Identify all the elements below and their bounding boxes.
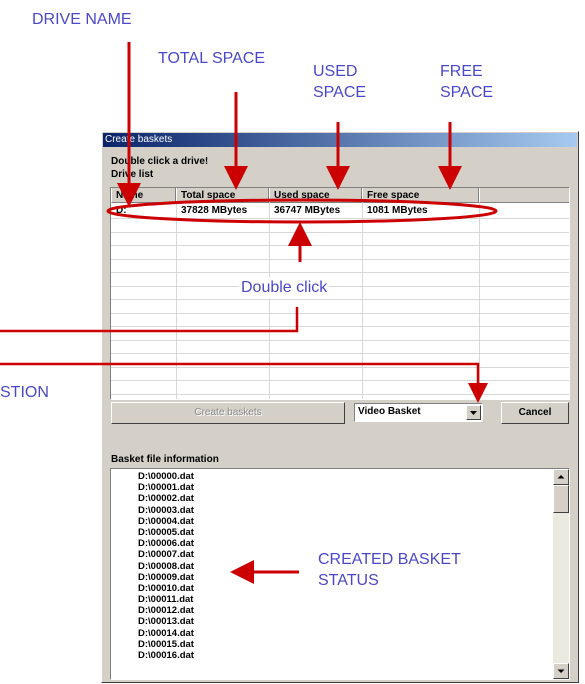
file-list-item: D:\00014.dat [138, 627, 194, 639]
chevron-up-icon [557, 475, 565, 479]
create-baskets-dialog: Create baskets Double click a drive! Dri… [101, 131, 579, 683]
total-space-annotation: TOTAL SPACE [158, 50, 265, 67]
cancel-button[interactable]: Cancel [501, 402, 569, 424]
created-basket-status-line1: CREATED BASKET [318, 551, 461, 568]
file-list-item: D:\00001.dat [138, 482, 194, 494]
chevron-down-icon [557, 669, 565, 673]
double-click-annotation: Double click [239, 277, 330, 298]
file-list-item: D:\00012.dat [138, 605, 194, 617]
scroll-down-button[interactable] [553, 663, 569, 679]
basket-type-select[interactable]: Video Basket [354, 403, 483, 422]
file-list-item: D:\00006.dat [138, 538, 194, 550]
file-list-item: D:\00005.dat [138, 526, 194, 538]
file-list-item: D:\00004.dat [138, 515, 194, 527]
instruction-label: Double click a drive! [111, 156, 209, 167]
used-space-annotation: USED SPACE [313, 61, 366, 103]
drive-row-name: D: [116, 205, 127, 216]
used-space-annotation-line2: SPACE [313, 84, 367, 101]
basket-file-info-label: Basket file information [111, 454, 219, 465]
drive-row-total: 37828 MBytes [181, 205, 248, 216]
drive-list[interactable]: Name Total space Used space Free space D… [110, 187, 570, 400]
file-list-item: D:\00007.dat [138, 549, 194, 561]
drive-list-label: Drive list [111, 169, 154, 180]
used-space-annotation-line1: USED [313, 63, 358, 80]
selection-annotation: STION [0, 384, 49, 401]
drive-row-free: 1081 MBytes [367, 205, 428, 216]
file-list-item: D:\00002.dat [138, 493, 194, 505]
file-list: D:\00000.dat D:\00001.dat D:\00002.dat D:\0… [138, 471, 194, 661]
file-list-item: D:\00010.dat [138, 582, 194, 594]
file-list-item: D:\00015.dat [138, 638, 194, 650]
free-space-annotation: FREE SPACE [440, 61, 493, 103]
column-header-name[interactable]: Name [111, 188, 176, 203]
file-list-item: D:\00003.dat [138, 504, 194, 516]
file-list-item: D:\00016.dat [138, 650, 194, 661]
file-list-item: D:\00000.dat [138, 471, 194, 482]
basket-type-value: Video Basket [358, 406, 421, 417]
scroll-thumb[interactable] [553, 485, 569, 513]
column-header-used-space[interactable]: Used space [269, 188, 362, 203]
free-space-annotation-line1: FREE [440, 63, 483, 80]
scroll-up-button[interactable] [553, 469, 569, 485]
column-header-empty [479, 188, 569, 203]
file-list-item: D:\00013.dat [138, 616, 194, 628]
file-list-item: D:\00009.dat [138, 571, 194, 583]
column-header-free-space[interactable]: Free space [362, 188, 479, 203]
dialog-title-bar[interactable]: Create baskets [103, 133, 577, 147]
drive-row-used: 36747 MBytes [274, 205, 341, 216]
create-baskets-button[interactable]: Create baskets [111, 402, 345, 424]
drive-name-annotation: DRIVE NAME [32, 11, 132, 28]
column-header-total-space[interactable]: Total space [176, 188, 269, 203]
free-space-annotation-line2: SPACE [440, 84, 494, 101]
file-list-item: D:\00008.dat [138, 560, 194, 572]
vertical-scrollbar[interactable] [553, 469, 569, 679]
created-basket-status-line2: STATUS [318, 572, 379, 589]
file-list-item: D:\00011.dat [138, 594, 194, 606]
created-basket-status-annotation: CREATED BASKET STATUS [318, 549, 461, 591]
dropdown-arrow-icon[interactable] [466, 405, 481, 420]
